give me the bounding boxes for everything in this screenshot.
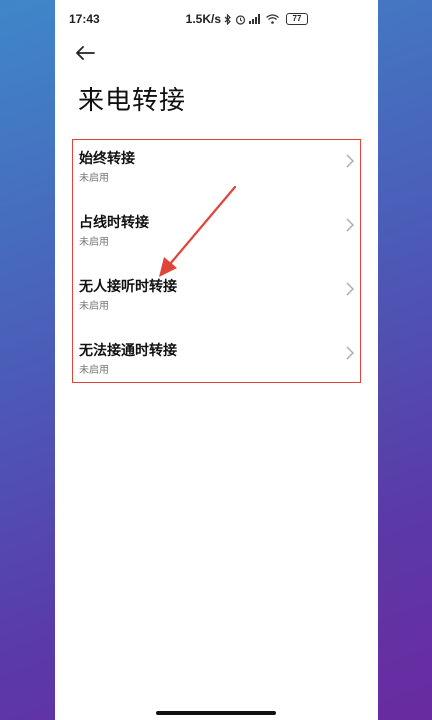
- status-time: 17:43: [69, 12, 100, 26]
- list-item-always-forward[interactable]: 始终转接 未启用: [55, 138, 378, 202]
- list-item-forward-when-unreachable[interactable]: 无法接通时转接 未启用: [55, 330, 378, 394]
- home-indicator[interactable]: [156, 711, 276, 715]
- alarm-icon: [235, 14, 246, 25]
- forwarding-options-list: 始终转接 未启用 占线时转接 未启用 无人接听时转接 未启用 无法接通时转接 未…: [55, 138, 378, 394]
- list-item-forward-when-unanswered[interactable]: 无人接听时转接 未启用: [55, 266, 378, 330]
- bluetooth-icon: [224, 13, 231, 25]
- item-status: 未启用: [79, 365, 109, 376]
- item-status: 未启用: [79, 237, 109, 248]
- item-title: 始终转接: [79, 151, 135, 167]
- wifi-icon: [266, 14, 279, 24]
- status-icons: 77: [224, 13, 308, 25]
- chevron-right-icon: [346, 282, 354, 296]
- phone-screen: 17:43 1.5K/s 77 来电转接 始终转接 未启用 占线时转接 未启用 …: [55, 0, 378, 720]
- item-title: 占线时转接: [79, 215, 149, 231]
- chevron-right-icon: [346, 154, 354, 168]
- item-status: 未启用: [79, 301, 109, 312]
- page-title: 来电转接: [78, 86, 187, 116]
- item-status: 未启用: [79, 173, 109, 184]
- status-indicators: 1.5K/s 77: [186, 12, 308, 26]
- signal-icon: [249, 14, 260, 24]
- status-bar: 17:43 1.5K/s 77: [55, 0, 378, 38]
- back-arrow-icon: [76, 46, 95, 60]
- battery-indicator: 77: [286, 13, 308, 25]
- network-speed: 1.5K/s: [185, 12, 221, 26]
- item-title: 无人接听时转接: [79, 279, 177, 295]
- chevron-right-icon: [346, 346, 354, 360]
- chevron-right-icon: [346, 218, 354, 232]
- back-button[interactable]: [75, 42, 103, 64]
- item-title: 无法接通时转接: [79, 343, 177, 359]
- list-item-forward-when-busy[interactable]: 占线时转接 未启用: [55, 202, 378, 266]
